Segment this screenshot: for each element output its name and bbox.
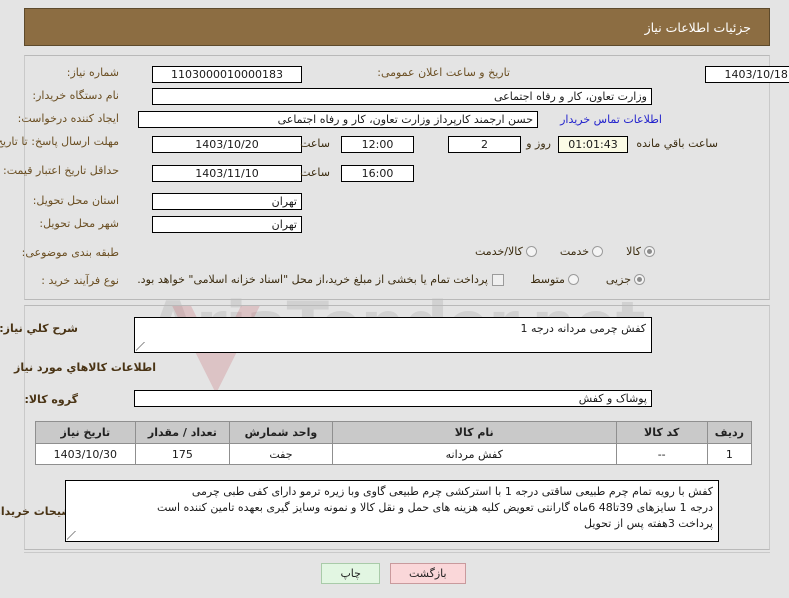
announce-date-label: تاریخ و ساعت اعلان عمومی: <box>378 66 511 79</box>
column-header-date: تاریخ نیاز <box>36 421 137 444</box>
buyer-org-value: وزارت تعاون، کار و رفاه اجتماعی <box>153 88 653 105</box>
goods-info-title-row: اطلاعات کالاهاي مورد نیاز <box>15 361 157 374</box>
remaining-days-value: 2 <box>449 136 522 153</box>
deadline-hour-value: 12:00 <box>342 136 415 153</box>
need-summary-label: شرح کلي نیاز: <box>0 322 79 335</box>
radio-category-service-label: خدمت <box>560 245 591 258</box>
announce-date-value: 10:31 - 1403/10/18 <box>706 66 789 83</box>
buyer-notes-line-2: درجه 1 سایزهای 39تا48 6ماه گارانتی تعویض… <box>157 501 714 514</box>
category-label: طبقه بندی موضوعی: <box>22 246 120 259</box>
print-button[interactable]: چاپ <box>322 563 381 584</box>
need-number-row: شماره نیاز: <box>68 66 120 79</box>
treasury-checkbox[interactable] <box>493 273 505 286</box>
table-header-row: ردیف کد کالا نام کالا واحد شمارش تعداد /… <box>36 421 754 444</box>
radio-process-medium[interactable] <box>568 274 580 285</box>
need-number-value: 1103000010000183 <box>153 66 303 83</box>
cell-date: 1403/10/30 <box>36 443 137 465</box>
radio-category-service[interactable] <box>593 246 605 257</box>
items-table: ردیف کد کالا نام کالا واحد شمارش تعداد /… <box>36 421 754 465</box>
goods-group-label: گروه کالا: <box>25 393 79 406</box>
back-button[interactable]: بازگشت <box>390 563 467 584</box>
deadline-row: مهلت ارسال پاسخ: تا تاریخ: <box>0 135 120 148</box>
column-header-name: نام کالا <box>332 421 618 444</box>
goods-info-title: اطلاعات کالاهاي مورد نیاز <box>15 361 157 374</box>
cell-name: کفش مردانه <box>332 443 618 465</box>
validity-hour-value: 16:00 <box>342 165 415 182</box>
buyer-notes-line-1: کفش با رویه تمام چرم طبیعی ساقتی درجه 1 … <box>192 485 714 498</box>
radio-process-minor-label: جزیی <box>606 273 632 286</box>
radio-category-goods-label: کالا <box>627 245 642 258</box>
province-label: استان محل تحویل: <box>33 194 120 207</box>
page-title: جزئیات اطلاعات نیاز <box>645 19 752 35</box>
city-label: شهر محل تحویل: <box>40 217 120 230</box>
buyer-org-label: نام دستگاه خریدار: <box>33 89 120 102</box>
deadline-hour-label: ساعت <box>301 137 331 150</box>
buyer-notes-value[interactable]: کفش با رویه تمام چرم طبیعی ساقتی درجه 1 … <box>66 480 720 542</box>
treasury-checkbox-row: پرداخت تمام یا بخشی از مبلغ خرید،از محل … <box>136 273 509 286</box>
creator-row: ایجاد کننده درخواست: <box>19 112 120 125</box>
deadline-date-value: 1403/10/20 <box>153 136 303 153</box>
process-row: نوع فرآیند خرید : <box>42 274 120 287</box>
need-summary-row: شرح کلي نیاز: <box>0 322 79 335</box>
column-header-qty: تعداد / مقدار <box>135 421 232 444</box>
buyer-contact-link[interactable]: اطلاعات تماس خریدار <box>561 113 663 126</box>
province-value: تهران <box>153 193 303 210</box>
remaining-days-unit: روز و <box>527 137 552 150</box>
footer-buttons: بازگشت چاپ <box>0 563 789 584</box>
process-options: جزیی متوسط <box>529 273 649 286</box>
radio-category-goods-service-label: کالا/خدمت <box>476 245 524 258</box>
column-header-code: کد کالا <box>616 421 709 444</box>
category-row: طبقه بندی موضوعی: <box>23 246 120 259</box>
cell-radif: 1 <box>707 443 754 465</box>
validity-date-value: 1403/11/10 <box>153 165 303 182</box>
page-title-bar: جزئیات اطلاعات نیاز <box>25 8 771 46</box>
city-value: تهران <box>153 216 303 233</box>
footer-divider <box>25 552 771 553</box>
table-row: 1 -- کفش مردانه جفت 175 1403/10/30 <box>36 443 754 465</box>
validity-row: حداقل تاریخ اعتبار قیمت: تا تاریخ: <box>0 164 120 177</box>
radio-process-medium-label: متوسط <box>531 273 566 286</box>
buyer-notes-line-3: پرداخت 3هفته پس از تحویل <box>585 517 714 530</box>
cell-unit: جفت <box>230 443 334 465</box>
process-label: نوع فرآیند خرید : <box>42 274 120 287</box>
validity-hour-label: ساعت <box>301 166 331 179</box>
radio-process-minor[interactable] <box>635 274 646 285</box>
cell-code: -- <box>616 443 709 465</box>
treasury-checkbox-label: پرداخت تمام یا بخشی از مبلغ خرید،از محل … <box>138 273 489 286</box>
radio-category-goods[interactable] <box>645 246 656 257</box>
remaining-time-value: 01:01:43 <box>559 136 629 153</box>
deadline-label: مهلت ارسال پاسخ: تا تاریخ: <box>0 135 120 148</box>
need-number-label: شماره نیاز: <box>67 66 120 79</box>
announce-date-row: تاریخ و ساعت اعلان عمومی: <box>378 66 511 79</box>
column-header-radif: ردیف <box>707 421 754 444</box>
column-header-unit: واحد شمارش <box>230 421 334 444</box>
city-row: شهر محل تحویل: <box>40 217 120 230</box>
buyer-org-row: نام دستگاه خریدار: <box>33 89 120 102</box>
radio-category-goods-service[interactable] <box>526 246 538 257</box>
goods-group-row: گروه کالا: <box>25 393 79 406</box>
province-row: استان محل تحویل: <box>34 194 120 207</box>
validity-label: حداقل تاریخ اعتبار قیمت: تا تاریخ: <box>0 164 120 177</box>
goods-group-value: پوشاک و کفش <box>135 390 653 407</box>
cell-qty: 175 <box>135 443 232 465</box>
creator-value: حسن ارجمند کارپرداز وزارت تعاون، کار و ر… <box>139 111 539 128</box>
creator-label: ایجاد کننده درخواست: <box>18 112 120 125</box>
need-summary-value[interactable]: کفش چرمی مردانه درجه 1 <box>135 317 653 353</box>
remaining-time-unit: ساعت باقي مانده <box>637 137 719 150</box>
category-options: کالا خدمت کالا/خدمت <box>474 245 659 258</box>
